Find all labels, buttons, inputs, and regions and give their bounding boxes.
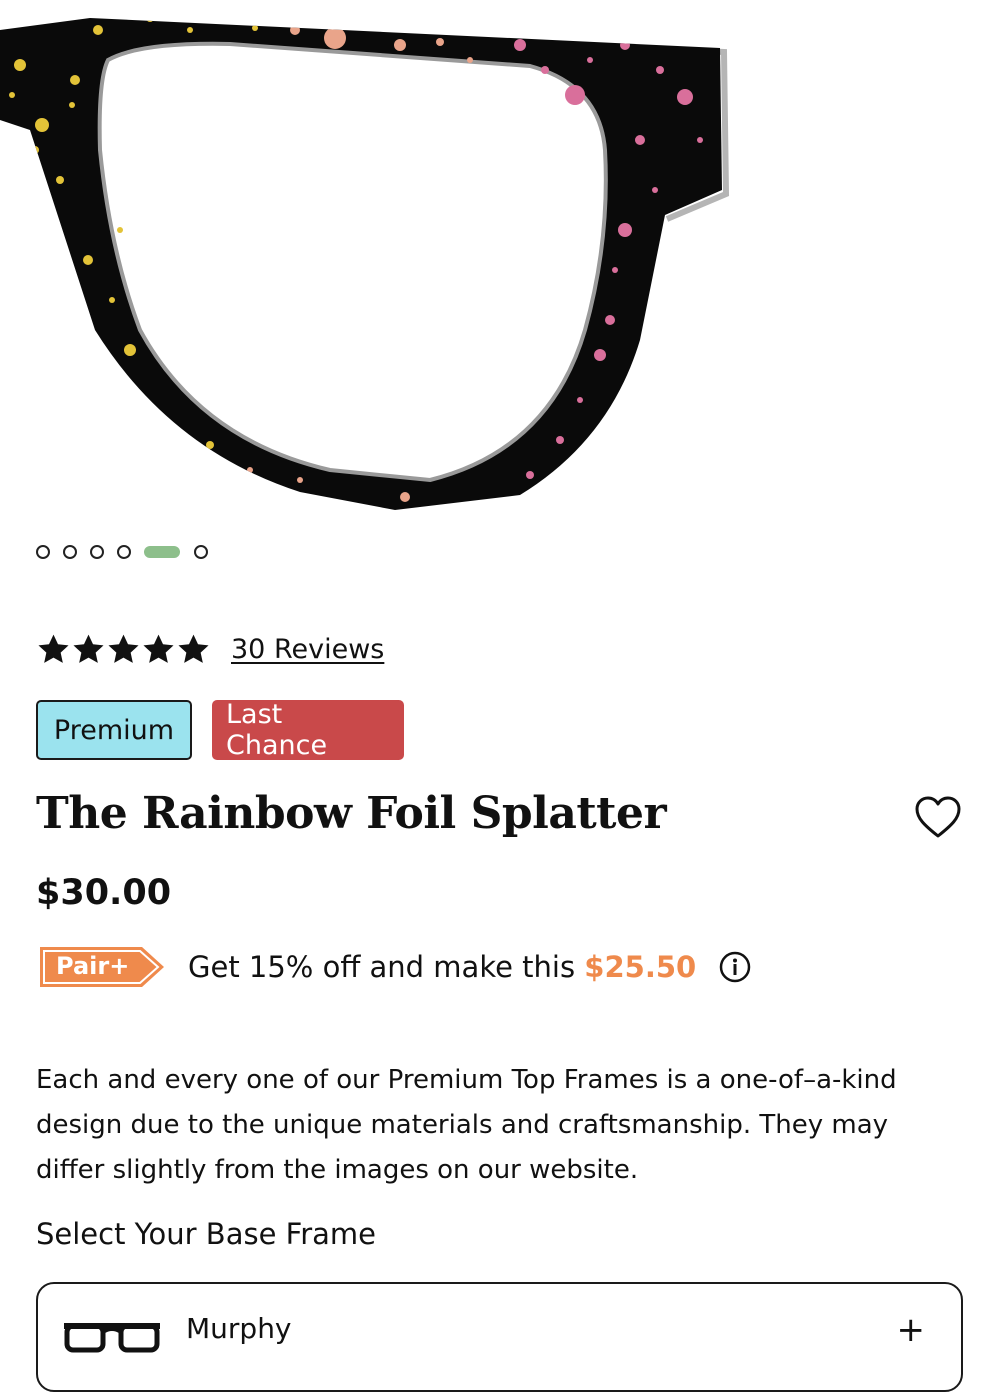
carousel-indicator — [36, 545, 221, 559]
carousel-dot-2[interactable] — [63, 545, 77, 559]
carousel-dot-6[interactable] — [194, 545, 208, 559]
carousel-dot-1[interactable] — [36, 545, 50, 559]
base-frame-heading: Select Your Base Frame — [36, 1217, 376, 1251]
product-rating: 30 Reviews — [36, 632, 384, 667]
product-price: $30.00 — [36, 873, 172, 913]
pair-plus-text: Get 15% off and make this $25.50 — [188, 950, 696, 984]
pair-plus-promo: Pair+ Get 15% off and make this $25.50 — [38, 943, 752, 991]
product-image[interactable] — [0, 0, 1000, 515]
pair-plus-tag: Pair+ — [38, 943, 168, 991]
premium-badge: Premium — [36, 700, 192, 760]
carousel-dot-5-active[interactable] — [144, 546, 180, 558]
carousel-dot-3[interactable] — [90, 545, 104, 559]
product-title: The Rainbow Foil Splatter — [36, 788, 667, 839]
star-icon — [38, 634, 69, 663]
heart-outline-icon[interactable] — [914, 795, 962, 839]
product-badges: Premium Last Chance — [36, 699, 404, 761]
glasses-icon — [64, 1323, 160, 1353]
star-icon — [73, 634, 104, 663]
pair-plus-label: Pair+ — [56, 952, 130, 980]
rating-stars — [36, 632, 211, 667]
carousel-dot-4[interactable] — [117, 545, 131, 559]
star-icon — [108, 634, 139, 663]
product-description: Each and every one of our Premium Top Fr… — [36, 1065, 897, 1185]
expand-plus-icon[interactable]: + — [897, 1310, 926, 1350]
base-frame-name: Murphy — [186, 1312, 292, 1345]
reviews-link[interactable]: 30 Reviews — [231, 634, 384, 665]
info-circle-icon[interactable] — [718, 950, 752, 984]
pair-plus-text-prefix: Get 15% off and make this — [188, 950, 576, 984]
star-icon — [143, 634, 174, 663]
last-chance-badge: Last Chance — [212, 699, 404, 761]
pair-plus-discount-price: $25.50 — [584, 950, 697, 984]
glasses-image — [0, 18, 730, 510]
star-icon — [178, 634, 209, 663]
base-frame-selector[interactable]: Murphy + — [36, 1282, 963, 1392]
